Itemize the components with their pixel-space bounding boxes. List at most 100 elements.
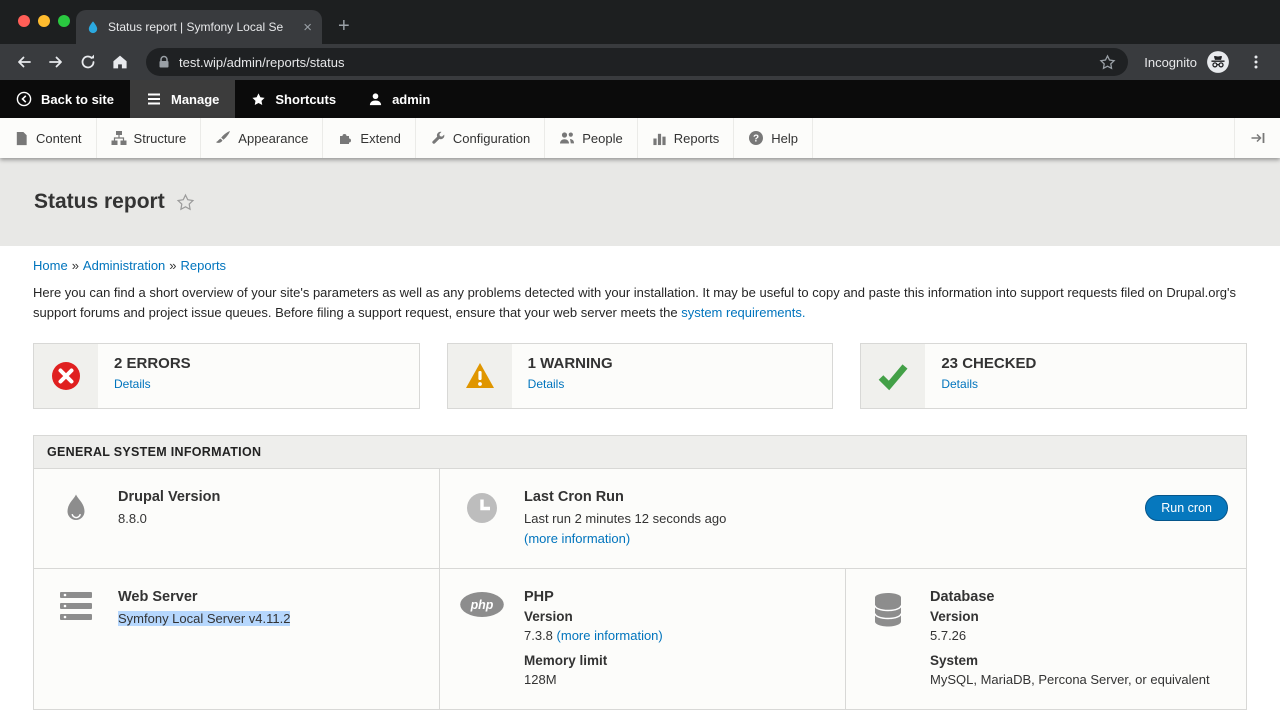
tab-title: Status report | Symfony Local Se (108, 20, 295, 34)
warnings-details-link[interactable]: Details (528, 377, 565, 391)
system-info-panel: GENERAL SYSTEM INFORMATION Drupal Versio… (33, 435, 1247, 710)
menu-item-label: People (582, 131, 622, 146)
reload-button[interactable] (74, 48, 102, 76)
paintbrush-icon (215, 130, 231, 146)
breadcrumb-separator: » (72, 258, 79, 273)
forward-button[interactable] (42, 48, 70, 76)
wrench-icon (430, 130, 446, 146)
errors-card: 2 ERRORS Details (33, 343, 420, 409)
manage-menu-item[interactable]: Manage (130, 80, 235, 118)
back-button[interactable] (10, 48, 38, 76)
browser-menu-kebab-icon[interactable] (1242, 48, 1270, 76)
new-tab-button[interactable]: + (338, 16, 350, 36)
menu-item-appearance[interactable]: Appearance (201, 118, 323, 158)
incognito-label: Incognito (1144, 55, 1197, 70)
errors-count: 2 ERRORS (114, 355, 191, 372)
tab-close-icon[interactable]: × (303, 20, 312, 35)
home-button[interactable] (106, 48, 134, 76)
cell-title: Drupal Version (118, 489, 220, 505)
hamburger-icon (146, 91, 162, 107)
menu-item-label: Content (36, 131, 82, 146)
back-to-site-icon (16, 91, 32, 107)
tab-strip: Status report | Symfony Local Se × + (0, 0, 1280, 44)
database-cell: Database Version 5.7.26 System MySQL, Ma… (846, 569, 1246, 709)
warning-icon (448, 344, 512, 408)
back-to-site-link[interactable]: Back to site (0, 80, 130, 118)
menu-item-label: Appearance (238, 131, 308, 146)
server-icon (52, 589, 100, 621)
menu-item-structure[interactable]: Structure (97, 118, 202, 158)
page-header: Status report (0, 158, 1280, 246)
cell-title: Web Server (118, 589, 290, 605)
errors-details-link[interactable]: Details (114, 377, 151, 391)
toolbar-orientation-toggle[interactable] (1234, 118, 1280, 158)
system-info-heading: GENERAL SYSTEM INFORMATION (34, 436, 1246, 469)
cell-title: Database (930, 589, 1210, 605)
menu-item-reports[interactable]: Reports (638, 118, 735, 158)
window-controls (18, 15, 70, 27)
breadcrumb-link-administration[interactable]: Administration (83, 258, 165, 273)
user-label: admin (392, 92, 430, 107)
php-cell: php PHP Version 7.3.8 (more information)… (440, 569, 846, 709)
svg-text:php: php (470, 598, 494, 612)
svg-text:?: ? (753, 134, 759, 145)
question-icon: ? (748, 130, 764, 146)
menu-item-extend[interactable]: Extend (323, 118, 415, 158)
page-title: Status report (34, 190, 165, 214)
browser-toolbar: test.wip/admin/reports/status Incognito (0, 44, 1280, 80)
url-text[interactable]: test.wip/admin/reports/status (179, 55, 1090, 70)
blocks-icon (111, 130, 127, 146)
minimize-window-button[interactable] (38, 15, 50, 27)
menu-item-configuration[interactable]: Configuration (416, 118, 545, 158)
cron-cell: Last Cron Run Last run 2 minutes 12 seco… (440, 469, 1246, 568)
person-icon (368, 92, 383, 107)
menu-item-help[interactable]: ? Help (734, 118, 813, 158)
php-memory-label: Memory limit (524, 653, 663, 668)
drupal-drop-icon (52, 489, 100, 527)
user-menu-item[interactable]: admin (352, 80, 446, 118)
close-window-button[interactable] (18, 15, 30, 27)
breadcrumb-link-home[interactable]: Home (33, 258, 68, 273)
php-version-label: Version (524, 609, 663, 624)
breadcrumb: Home » Administration » Reports (33, 258, 1247, 273)
menu-item-content[interactable]: Content (0, 118, 97, 158)
menu-bar-spacer (813, 118, 1234, 158)
php-more-info-link[interactable]: (more information) (557, 628, 663, 643)
web-server-cell: Web Server Symfony Local Server v4.11.2 (34, 569, 440, 709)
menu-item-label: Help (771, 131, 798, 146)
bookmark-star-icon[interactable] (1099, 54, 1116, 71)
menu-item-people[interactable]: People (545, 118, 637, 158)
cron-more-info-link[interactable]: (more information) (524, 531, 630, 546)
shortcuts-menu-item[interactable]: Shortcuts (235, 80, 352, 118)
incognito-indicator: Incognito (1144, 50, 1230, 74)
shortcuts-label: Shortcuts (275, 92, 336, 107)
breadcrumb-separator: » (169, 258, 176, 273)
database-system-value: MySQL, MariaDB, Percona Server, or equiv… (930, 670, 1210, 690)
checked-details-link[interactable]: Details (941, 377, 978, 391)
incognito-icon (1206, 50, 1230, 74)
checkmark-icon (861, 344, 925, 408)
system-requirements-link[interactable]: system requirements. (681, 305, 805, 320)
intro-text: Here you can find a short overview of yo… (33, 285, 1236, 320)
main-content: Home » Administration » Reports Here you can… (0, 246, 1280, 710)
warnings-count: 1 WARNING (528, 355, 613, 372)
run-cron-button[interactable]: Run cron (1145, 495, 1228, 521)
favorite-star-icon[interactable] (176, 193, 195, 212)
drupal-admin-toolbar: Back to site Manage Shortcuts admin (0, 80, 1280, 118)
fullscreen-window-button[interactable] (58, 15, 70, 27)
error-icon (34, 344, 98, 408)
puzzle-icon (337, 130, 353, 146)
file-icon (14, 131, 29, 146)
lock-icon (158, 55, 170, 69)
php-version-value: 7.3.8 (524, 628, 553, 643)
breadcrumb-link-reports[interactable]: Reports (181, 258, 227, 273)
cell-title: Last Cron Run (524, 489, 726, 505)
admin-menu-bar: Content Structure Appearance Extend Conf… (0, 118, 1280, 158)
back-to-site-label: Back to site (41, 92, 114, 107)
browser-window: Status report | Symfony Local Se × + tes… (0, 0, 1280, 720)
system-info-row-2: Web Server Symfony Local Server v4.11.2 … (34, 568, 1246, 709)
browser-tab[interactable]: Status report | Symfony Local Se × (76, 10, 322, 44)
menu-item-label: Reports (674, 131, 720, 146)
address-bar[interactable]: test.wip/admin/reports/status (146, 48, 1128, 76)
bar-chart-icon (652, 131, 667, 146)
